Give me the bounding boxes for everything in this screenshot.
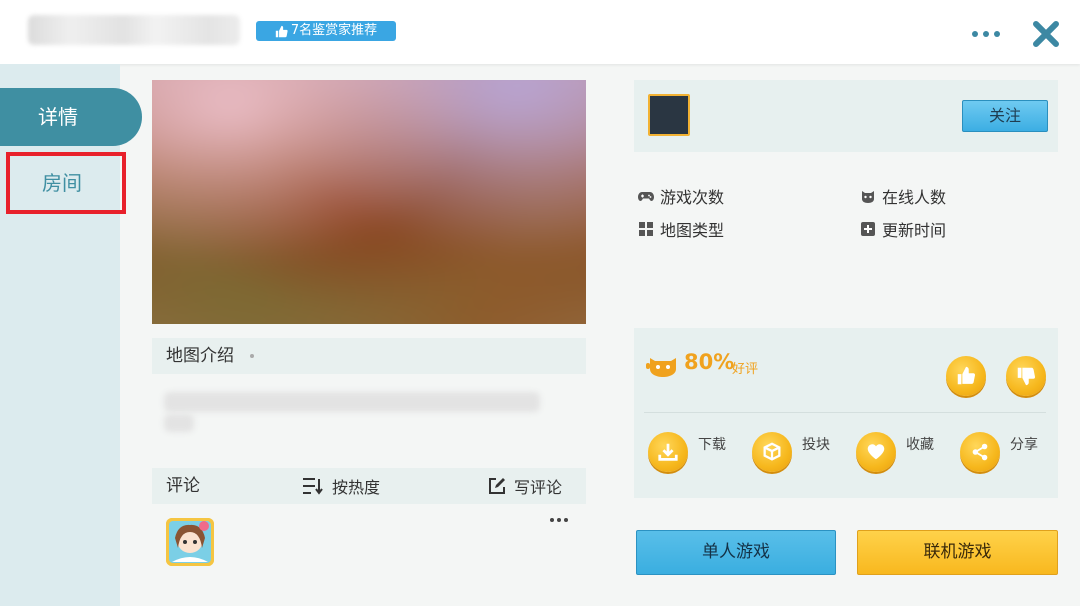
map-type-label: 地图类型 — [660, 221, 725, 240]
sort-by-hot-button[interactable]: 按热度 — [302, 468, 380, 504]
download-icon — [658, 443, 678, 461]
intro-text-blurred — [164, 392, 540, 412]
play-count-label: 游戏次数 — [660, 188, 725, 207]
online-count-stat: 在线人数 — [860, 184, 946, 208]
map-type-stat: 地图类型 — [638, 217, 724, 241]
more-options-icon[interactable] — [966, 22, 1006, 46]
rating-mascot-icon — [646, 358, 676, 377]
sort-icon — [303, 478, 323, 495]
top-bar: 7名鉴赏家推荐 — [0, 0, 1080, 64]
rating-percent: 80% — [684, 350, 735, 374]
single-player-button[interactable]: 单人游戏 — [636, 530, 836, 575]
sort-label: 按热度 — [332, 478, 381, 497]
play-count-stat: 游戏次数 — [638, 184, 724, 208]
favorite-button[interactable] — [856, 432, 896, 472]
rating-good-label: 好评 — [732, 362, 759, 377]
download-label: 下载 — [698, 437, 726, 453]
author-avatar[interactable] — [648, 94, 690, 136]
comment-more-icon[interactable] — [550, 518, 568, 522]
download-button[interactable] — [648, 432, 688, 472]
recommend-badge-text: 7名鉴赏家推荐 — [290, 23, 378, 38]
plus-square-icon — [861, 222, 875, 236]
close-icon[interactable] — [1030, 18, 1062, 50]
rating-panel: 80% 好评 下载 投块 收藏 分享 — [634, 328, 1058, 498]
multiplayer-button[interactable]: 联机游戏 — [857, 530, 1058, 575]
map-preview-image[interactable] — [152, 80, 586, 324]
favorite-label: 收藏 — [906, 437, 934, 453]
map-intro-header: 地图介绍 — [152, 338, 586, 374]
update-time-label: 更新时间 — [882, 221, 947, 240]
map-title-blurred — [28, 15, 240, 45]
intro-text-blurred-2 — [164, 414, 194, 432]
thumbs-up-icon — [957, 366, 976, 385]
tab-rooms[interactable]: 房间 — [6, 152, 126, 214]
map-intro-title: 地图介绍 — [166, 346, 234, 366]
online-count-label: 在线人数 — [882, 188, 947, 207]
share-label: 分享 — [1010, 437, 1038, 453]
thumbs-down-icon — [1017, 367, 1036, 386]
thumbs-up-icon — [275, 25, 288, 37]
gamepad-icon — [638, 192, 654, 201]
recommend-badge[interactable]: 7名鉴赏家推荐 — [256, 21, 396, 41]
update-time-stat: 更新时间 — [860, 217, 946, 241]
block-icon — [763, 442, 781, 461]
tab-details[interactable]: 详情 — [0, 88, 142, 146]
intro-dot — [250, 354, 254, 358]
commenter-avatar[interactable] — [166, 518, 214, 566]
share-icon — [972, 443, 988, 461]
comments-header: 评论 按热度 写评论 — [152, 468, 586, 504]
write-comment-button[interactable]: 写评论 — [488, 468, 562, 504]
divider — [644, 412, 1046, 413]
heart-icon — [867, 444, 885, 460]
author-card: 关注 — [634, 80, 1058, 152]
dislike-button[interactable] — [1006, 356, 1046, 396]
block-donate-button[interactable] — [752, 432, 792, 472]
follow-button[interactable]: 关注 — [962, 100, 1048, 132]
comments-title: 评论 — [166, 476, 200, 496]
cat-face-icon — [862, 191, 874, 203]
write-comment-label: 写评论 — [514, 478, 563, 497]
grid-icon — [639, 222, 653, 236]
like-button[interactable] — [946, 356, 986, 396]
share-button[interactable] — [960, 432, 1000, 472]
edit-icon — [489, 478, 505, 494]
block-donate-label: 投块 — [802, 437, 830, 453]
